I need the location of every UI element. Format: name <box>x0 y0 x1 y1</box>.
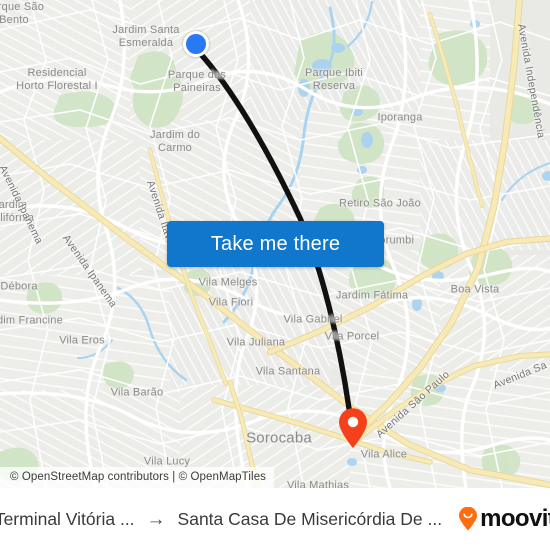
map-attribution[interactable]: © OpenStreetMap contributors | © OpenMap… <box>0 467 275 488</box>
route-start-marker[interactable] <box>183 31 209 57</box>
route-destination-pin[interactable] <box>337 407 369 449</box>
moovit-trip-map-screen: Parque São BentoJardim Santa EsmeraldaRe… <box>0 0 550 550</box>
trip-footer-bar: Terminal Vitória ... → Santa Casa De Mis… <box>0 488 550 550</box>
take-me-there-button[interactable]: Take me there <box>167 221 384 267</box>
map-canvas[interactable]: Parque São BentoJardim Santa EsmeraldaRe… <box>0 0 550 488</box>
destination-label: Santa Casa De Misericórdia De ... <box>177 508 443 529</box>
moovit-wordmark: moovit <box>480 505 550 532</box>
moovit-pin-icon <box>459 507 478 531</box>
moovit-logo[interactable]: moovit <box>458 507 550 531</box>
arrow-right-icon: → <box>146 508 166 530</box>
origin-label: Terminal Vitória ... <box>0 508 135 529</box>
